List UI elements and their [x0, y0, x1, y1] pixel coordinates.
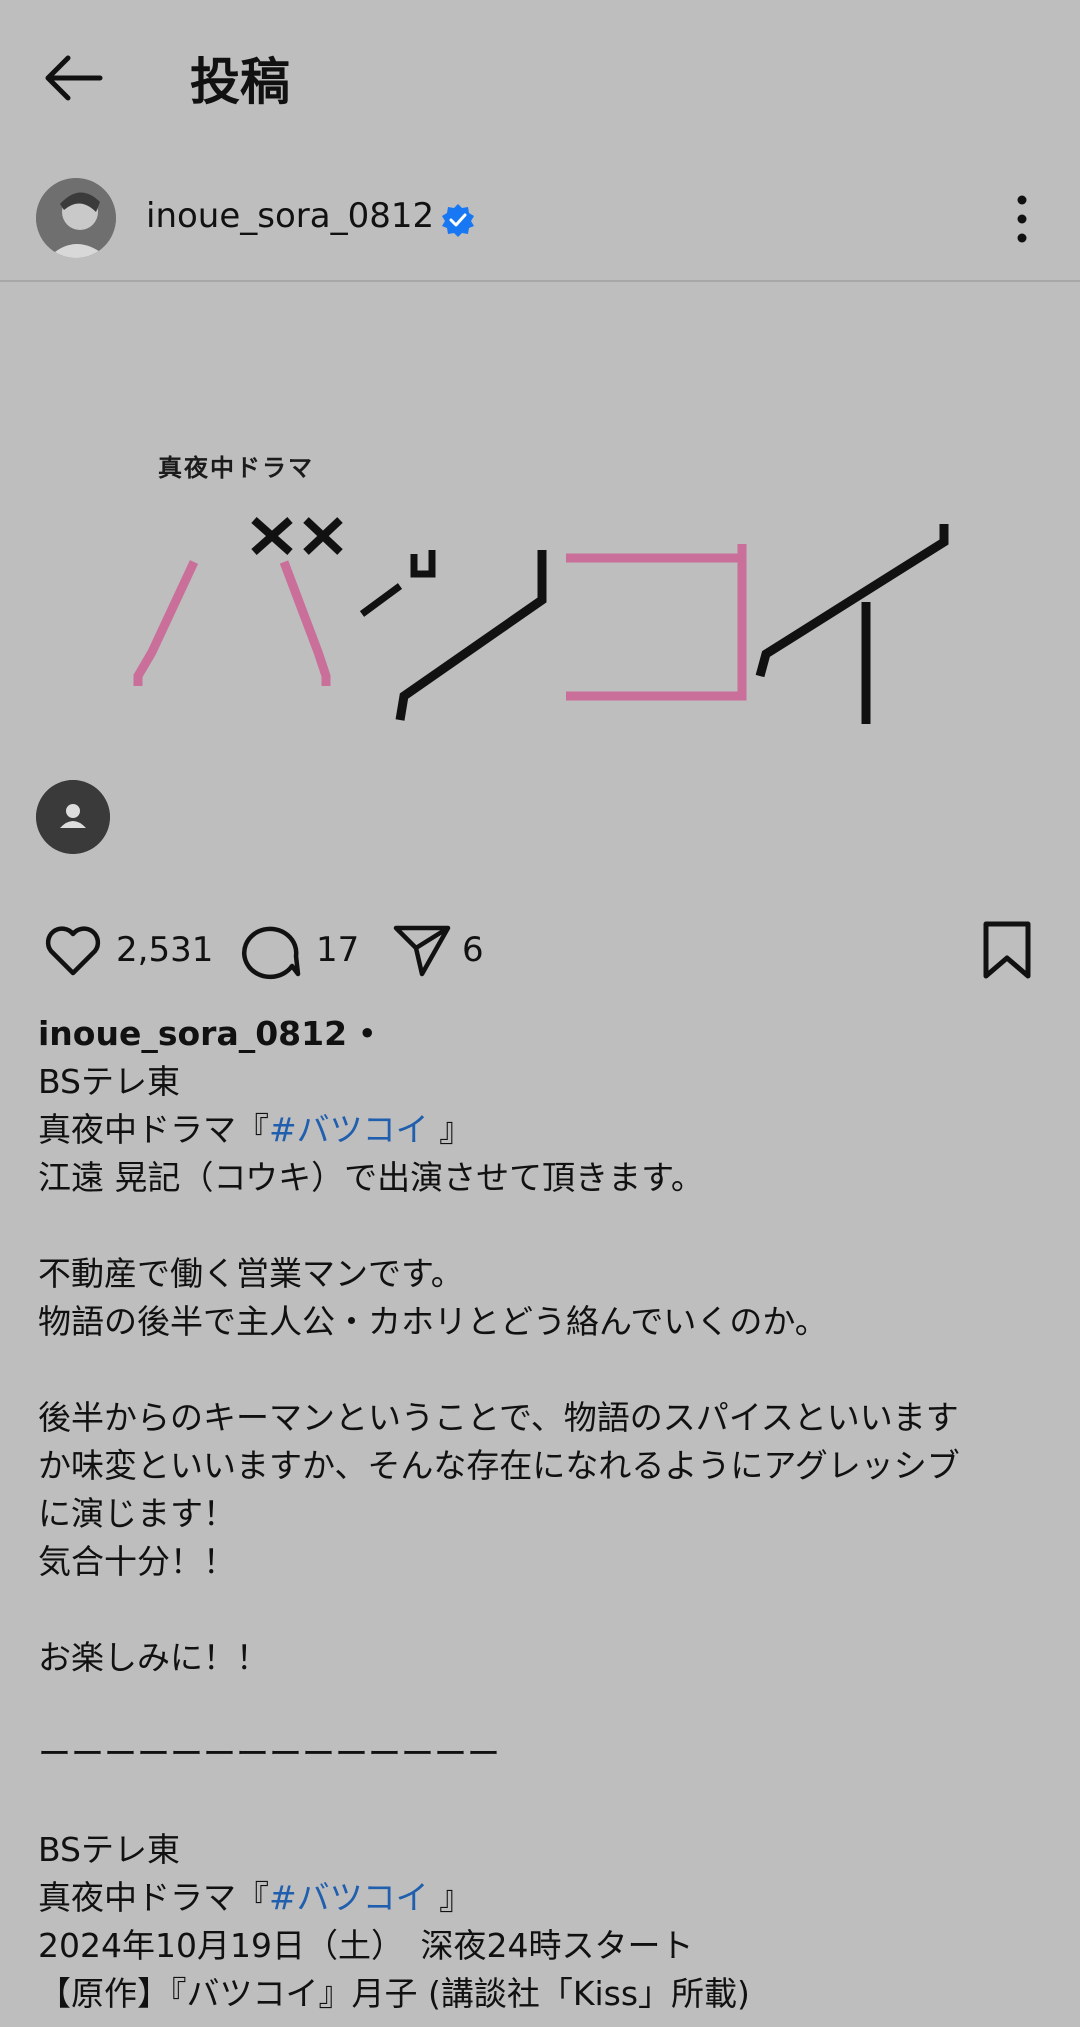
caption-line-6: 不動産で働く営業マンです。 — [38, 1254, 464, 1293]
share-count[interactable]: 6 — [462, 930, 484, 970]
caption-blank — [38, 1586, 1048, 1634]
avatar[interactable] — [36, 178, 116, 258]
send-icon[interactable] — [390, 920, 452, 980]
top-bar: 投稿 — [0, 0, 1080, 150]
post-image[interactable]: 真夜中ドラマ — [0, 282, 1080, 762]
caption-line-1: inoue_sora_0812 • — [38, 1010, 1048, 1058]
hashtag-link[interactable]: #バツコイ — [269, 1878, 429, 1917]
caption-line-21: 【原作】『バツコイ』月子 (講談社「Kiss」所載) — [38, 1974, 750, 2013]
caption-separator: • — [347, 1014, 378, 1053]
post-header: inoue_sora_0812 — [0, 170, 1080, 282]
caption-line-19: 真夜中ドラマ『#バツコイ 』 — [38, 1874, 1048, 1922]
heart-icon[interactable] — [42, 920, 104, 980]
post-actions: 2,531 17 6 — [0, 910, 1080, 990]
caption-blank — [38, 1682, 1048, 1730]
bookmark-icon[interactable] — [976, 920, 1038, 980]
caption-line-10: か味変といいますか、そんな存在になれるようにアグレッシブ — [38, 1446, 960, 1485]
caption-text: 』 — [428, 1878, 473, 1917]
caption-text: 真夜中ドラマ『 — [38, 1110, 269, 1149]
caption-line-14: お楽しみに！！ — [38, 1638, 269, 1677]
caption-line-12: 気合十分！！ — [38, 1542, 236, 1581]
caption-line-9: 後半からのキーマンということで、物語のスパイスといいます — [38, 1398, 959, 1437]
caption-line-11: に演じます！ — [38, 1494, 236, 1533]
caption-blank — [38, 1346, 1048, 1394]
caption-divider: ーーーーーーーーーーーーーー — [38, 1734, 500, 1773]
page-title: 投稿 — [190, 53, 290, 111]
post-username[interactable]: inoue_sora_0812 — [146, 196, 434, 236]
caption-blank — [38, 1778, 1048, 1826]
caption-line-7: 物語の後半で主人公・カホリとどう絡んでいくのか。 — [38, 1302, 828, 1341]
hashtag-link[interactable]: #バツコイ — [269, 1110, 429, 1149]
comment-icon[interactable] — [240, 920, 302, 980]
post-caption: inoue_sora_0812 • BSテレ東 真夜中ドラマ『#バツコイ 』 江… — [38, 1010, 1048, 2018]
caption-username[interactable]: inoue_sora_0812 — [38, 1014, 347, 1053]
caption-line-4: 江遠 晃記（コウキ）で出演させて頂きます。 — [38, 1158, 704, 1197]
tagged-users-icon[interactable] — [36, 780, 110, 854]
caption-line-18: BSテレ東 — [38, 1830, 181, 1869]
caption-text: 』 — [428, 1110, 473, 1149]
verified-badge-icon — [442, 204, 474, 237]
more-options-icon[interactable] — [1002, 192, 1042, 246]
caption-blank — [38, 1202, 1048, 1250]
comment-count[interactable]: 17 — [316, 930, 359, 970]
caption-line-20: 2024年10月19日（土） 深夜24時スタート — [38, 1926, 694, 1965]
drama-title-logo — [133, 517, 949, 724]
caption-line-3: 真夜中ドラマ『#バツコイ 』 — [38, 1106, 1048, 1154]
caption-line-2: BSテレ東 — [38, 1062, 181, 1101]
like-count[interactable]: 2,531 — [116, 930, 213, 970]
back-arrow-icon[interactable] — [40, 50, 104, 106]
caption-text: 真夜中ドラマ『 — [38, 1878, 269, 1917]
